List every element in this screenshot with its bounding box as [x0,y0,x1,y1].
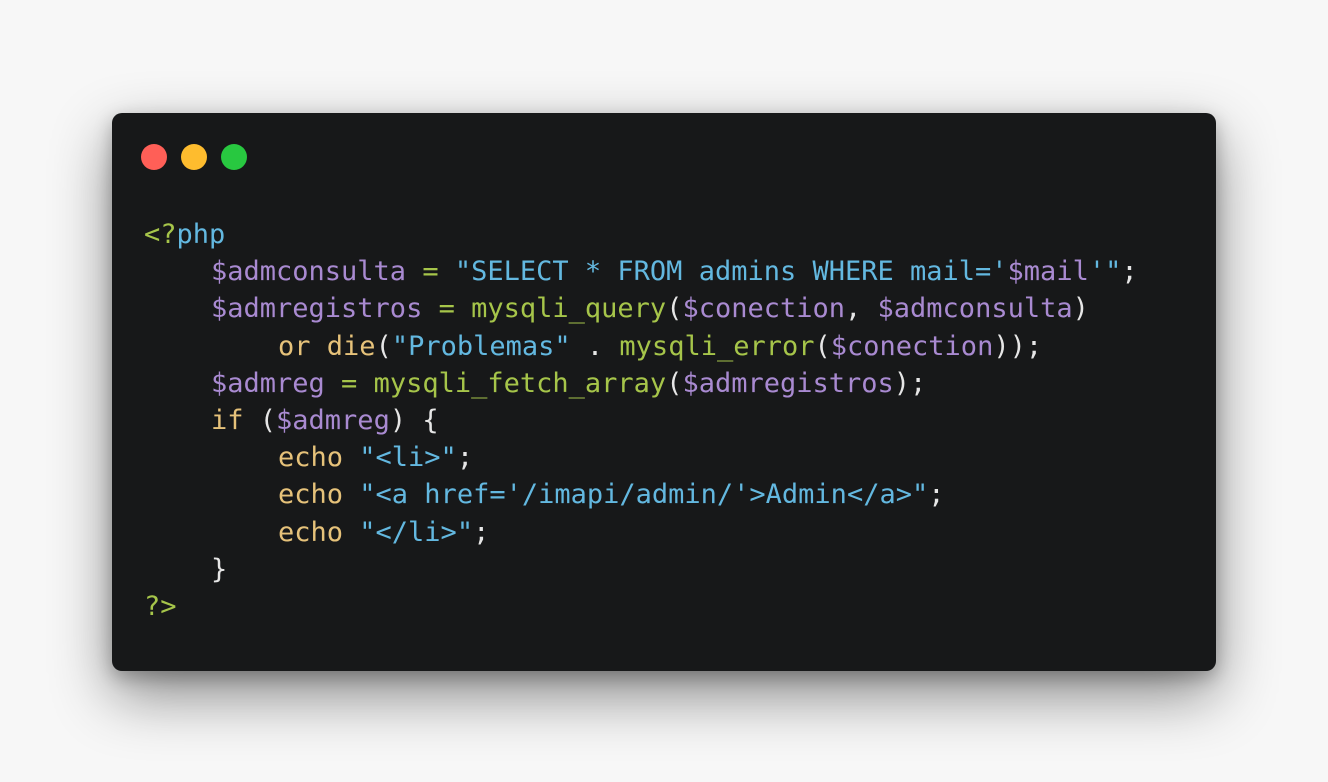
code-token: php [176,219,226,250]
code-block: <?php $admconsulta = "SELECT * FROM admin… [144,216,1138,625]
maximize-icon[interactable] [221,144,247,170]
code-token: ( [666,293,683,325]
code-token: or [278,330,327,362]
code-token: $conection [830,330,994,362]
code-token: ?> [144,590,177,622]
code-token: mysqli_error [619,330,815,362]
code-token: echo [278,479,360,511]
code-token: "SELECT * FROM admins WHERE mail=' [454,256,1008,288]
minimize-icon[interactable] [181,144,207,170]
code-token: if [211,404,244,436]
code-line: ?> [144,588,1138,625]
code-token: } [211,553,228,585]
code-line: $admconsulta = "SELECT * FROM admins WHE… [144,253,1138,290]
code-token: ) { [389,404,439,436]
code-token: mysqli_fetch_array [373,367,667,399]
code-token: echo [278,442,360,474]
code-token: $admconsulta [877,293,1073,325]
code-token: $admregistros [211,293,423,325]
code-token: = [422,293,472,325]
code-token: <? [144,219,177,250]
code-token: , [845,293,878,325]
code-line: or die("Problemas" . mysqli_error($conec… [144,328,1138,365]
code-token: )); [993,330,1043,362]
code-token: ; [928,479,945,511]
code-token: "<a href='/imapi/admin/'>Admin</a>" [359,479,929,511]
code-token: echo [278,516,360,548]
code-token: $mail [1007,256,1089,288]
code-line: <?php [144,216,1138,253]
window-controls [141,144,247,170]
code-token: = [406,256,455,288]
code-token: $admconsulta [211,256,407,288]
code-token: "<li>" [359,442,457,474]
code-line: } [144,551,1138,588]
code-token: ( [814,330,831,362]
code-token: . [570,330,620,362]
code-token: ( [243,404,277,436]
code-token: "Problemas" [391,330,571,362]
code-token: $admreg [276,404,390,436]
code-token: $admreg [211,367,325,399]
code-window: <?php $admconsulta = "SELECT * FROM admin… [112,113,1216,671]
code-token: ) [1072,293,1089,325]
code-line: $admreg = mysqli_fetch_array($admregistr… [144,365,1138,402]
code-token: ; [473,516,490,548]
code-token: ( [666,367,683,399]
code-token: die [326,330,376,362]
code-token: "</li>" [359,516,474,548]
close-icon[interactable] [141,144,167,170]
code-token: ; [1121,256,1138,288]
code-token: $admregistros [682,367,894,399]
code-line: $admregistros = mysqli_query($conection,… [144,290,1138,327]
code-token: = [324,367,374,399]
code-line: echo "<li>"; [144,439,1138,476]
code-token: '" [1088,256,1122,288]
code-token: $conection [682,293,846,325]
code-token: ); [893,367,927,399]
code-line: echo "<a href='/imapi/admin/'>Admin</a>"… [144,476,1138,513]
code-token: ( [375,330,392,362]
code-line: if ($admreg) { [144,402,1138,439]
code-token: ; [456,442,474,474]
code-token: mysqli_query [471,293,667,325]
code-line: echo "</li>"; [144,514,1138,551]
